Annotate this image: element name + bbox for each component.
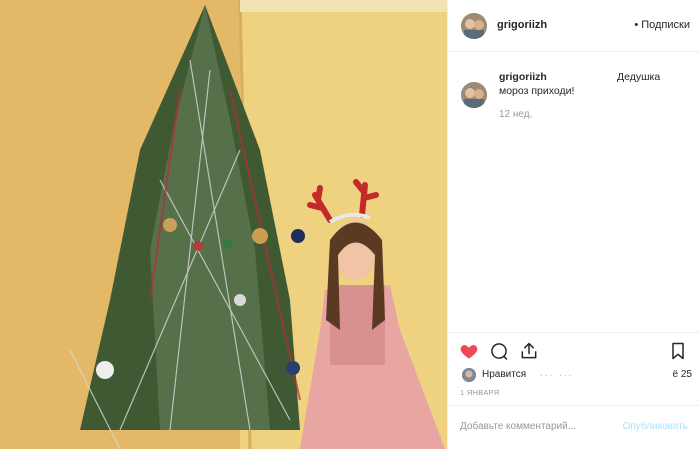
post-photo-image [0, 0, 447, 449]
heart-filled-icon [460, 345, 478, 359]
comment-icon [491, 343, 508, 360]
post-sidebar: grigoriizh • Подписки grigoriizh Дедушка… [447, 0, 699, 449]
publish-button[interactable]: Опубликовать [623, 421, 688, 432]
caption-text: Дедушка [617, 71, 661, 83]
add-comment-bar: Добавьте комментарий... Опубликовать [448, 405, 699, 449]
share-button[interactable] [519, 341, 539, 361]
caption-username[interactable]: grigoriizh [499, 71, 547, 83]
bookmark-icon [672, 342, 684, 360]
save-button[interactable] [668, 341, 688, 361]
header-username[interactable]: grigoriizh [497, 19, 547, 31]
caption-timestamp[interactable]: 12 нед. [499, 109, 532, 120]
caption-text-continued: мороз приходи! [499, 85, 575, 97]
follow-status-button[interactable]: • Подписки [634, 19, 690, 31]
post-header: grigoriizh • Подписки [448, 0, 699, 52]
post-photo[interactable] [0, 0, 447, 449]
share-icon [521, 342, 537, 359]
likes-names-faded: ... ... [540, 368, 574, 379]
likes-count[interactable]: ё 25 [673, 369, 692, 380]
avatar[interactable] [461, 13, 487, 39]
avatar[interactable] [461, 82, 487, 108]
comment-input[interactable]: Добавьте комментарий... [460, 421, 576, 432]
likes-row: Нравится ... ... ё 25 [460, 366, 692, 384]
like-button[interactable] [459, 341, 479, 361]
caption-comment: grigoriizh Дедушка мороз приходи! 12 нед… [448, 52, 699, 332]
likes-label[interactable]: Нравится [482, 369, 526, 380]
comment-button[interactable] [489, 341, 509, 361]
action-bar [448, 332, 699, 366]
post-date[interactable]: 1 ЯНВАРЯ [460, 388, 500, 397]
liker-avatar[interactable] [462, 368, 476, 382]
